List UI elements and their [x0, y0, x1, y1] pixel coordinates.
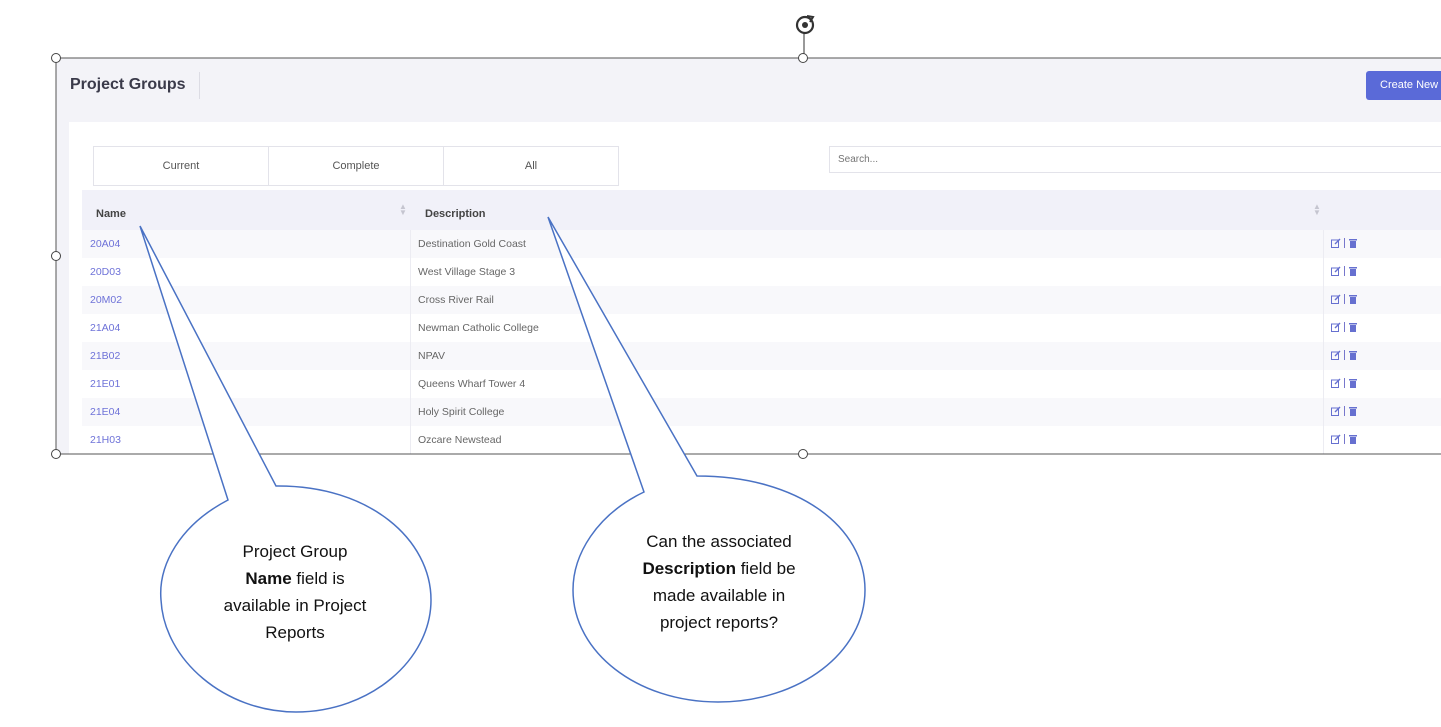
callout-left-line3: available in Project — [224, 596, 367, 615]
callout-right-line4: project reports? — [660, 613, 778, 632]
callout-right-line1: Can the associated — [646, 532, 792, 551]
callout-right-bold: Description — [642, 559, 736, 578]
svg-text:Name field is: Name field is — [245, 569, 344, 588]
callout-left-line4: Reports — [265, 623, 325, 642]
callout-left-line1: Project Group — [243, 542, 348, 561]
callout-right-line2: field be — [736, 559, 796, 578]
callout-left-line2: field is — [292, 569, 345, 588]
callout-right: Can the associated Description field be … — [547, 216, 866, 703]
callout-left: Project Group Name field is available in… — [139, 225, 432, 713]
callout-right-line3: made available in — [653, 586, 785, 605]
callout-left-bold: Name — [245, 569, 291, 588]
svg-text:Description field be: Description field be — [642, 559, 795, 578]
callouts: Project Group Name field is available in… — [139, 216, 866, 713]
